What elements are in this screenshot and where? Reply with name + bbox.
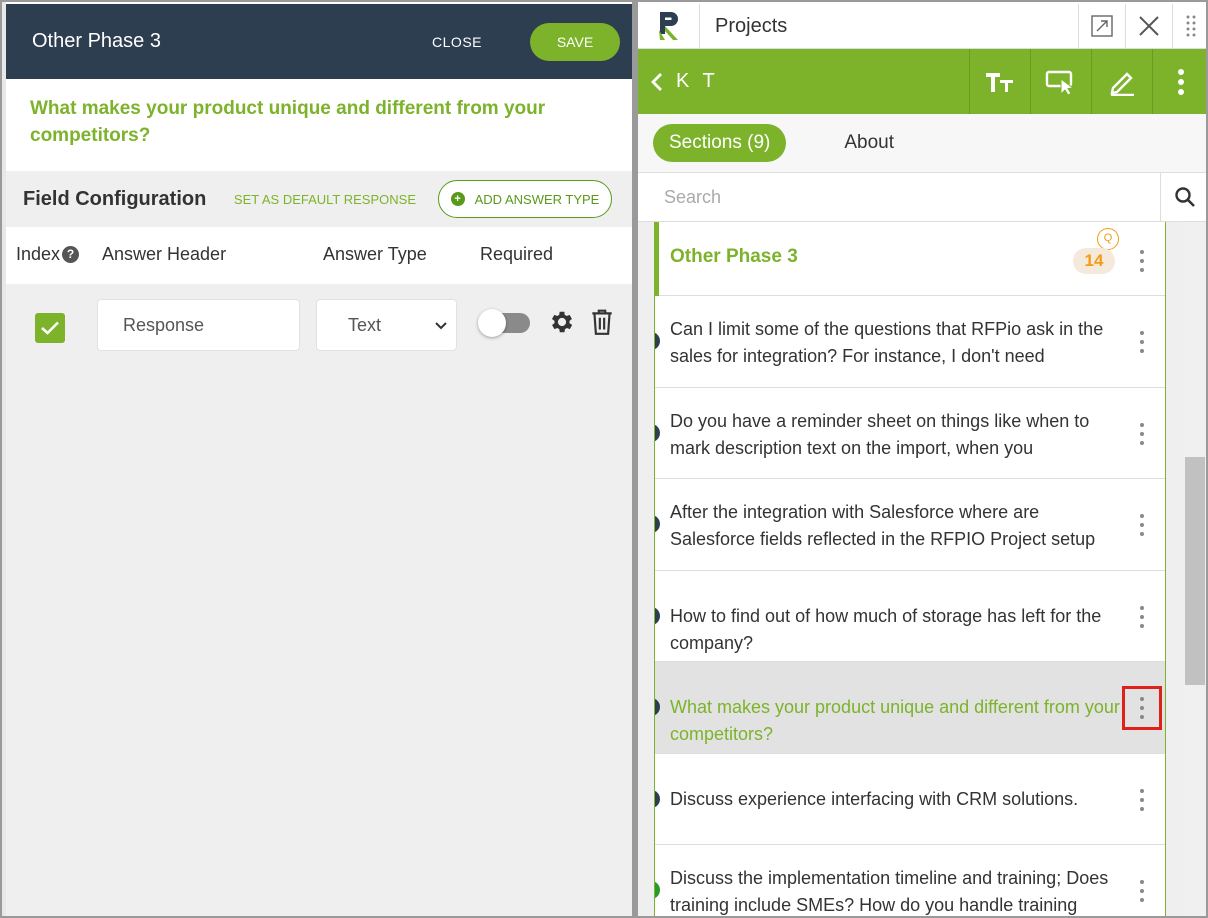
edit-button[interactable] [1091,49,1152,114]
column-header-row: Index? Answer Header Answer Type Require… [6,227,632,284]
section-list-area: Other Phase 3 Q 14 Can I limit some of t… [638,222,1206,916]
help-icon[interactable]: ? [62,246,80,263]
panel-tabs: Sections (9) About [638,114,1206,172]
app-frame: Other Phase 3 CLOSE SAVE What makes your… [0,0,1208,918]
required-column: Required [480,244,554,264]
search-bar: Search [638,172,1206,222]
index-header-label: Index [16,244,61,264]
text-size-icon [986,72,1013,92]
section-title: Other Phase 3 [670,246,798,267]
question-list-item[interactable]: After the integration with Salesforce wh… [655,479,1165,571]
search-icon [1174,187,1195,207]
field-config-title: Field Configuration [23,187,207,210]
section-header[interactable]: Other Phase 3 Q 14 [655,222,1165,296]
question-list-item[interactable]: Discuss the implementation timeline and … [655,845,1165,916]
drag-handle[interactable] [1172,4,1206,48]
answer-header-input[interactable]: Response [97,299,300,351]
question-menu-icon[interactable] [1139,880,1145,902]
question-list-item[interactable]: Do you have a reminder sheet on things l… [655,388,1165,479]
question-list-item[interactable]: How to find out of how much of storage h… [655,571,1165,662]
question-text: What makes your product unique and diffe… [6,79,632,171]
panel-header: Other Phase 3 CLOSE SAVE [6,4,632,79]
question-list-item[interactable]: What makes your product unique and diffe… [655,662,1165,754]
answer-type-value: Text [348,314,382,335]
question-list-text: What makes your product unique and diffe… [670,697,1120,744]
close-panel-button[interactable] [1125,4,1172,48]
question-list-text: Discuss experience interfacing with CRM … [670,788,1079,809]
required-toggle[interactable] [478,309,532,337]
answer-header-column: Answer Header [102,244,227,264]
more-options-button[interactable] [1152,49,1206,114]
scrollbar-track[interactable] [1183,222,1205,916]
question-list-text: Do you have a reminder sheet on things l… [670,410,1090,458]
question-menu-icon[interactable] [1139,788,1145,811]
question-list-item[interactable]: Discuss experience interfacing with CRM … [655,754,1165,845]
add-answer-type-label: ADD ANSWER TYPE [474,191,600,207]
field-config-bar: Field Configuration SET AS DEFAULT RESPO… [6,171,632,227]
tab-sections[interactable]: Sections (9) [653,124,787,162]
question-list-text: After the integration with Salesforce wh… [670,502,1096,549]
text-size-button[interactable] [969,49,1030,114]
question-count-badge: 14 [1073,248,1115,274]
status-dot [655,606,660,625]
search-input[interactable]: Search [638,173,1161,221]
back-button[interactable]: K T [638,49,969,114]
expand-button[interactable] [1078,4,1125,48]
search-button[interactable] [1161,173,1206,221]
add-answer-type-button[interactable]: + ADD ANSWER TYPE [438,180,612,218]
gear-icon[interactable] [548,308,576,336]
question-list-item[interactable]: Can I limit some of the questions that R… [655,296,1165,388]
scrollbar-thumb[interactable] [1185,457,1205,685]
projects-panel: Projects K T Sections (9) About Search O… [638,4,1206,916]
question-list-text: How to find out of how much of storage h… [670,605,1102,653]
select-cursor-button[interactable] [1030,49,1091,114]
section-list: Other Phase 3 Q 14 Can I limit some of t… [654,222,1166,916]
trash-icon[interactable] [589,308,615,336]
status-dot [655,698,660,716]
index-checkbox[interactable] [35,313,65,343]
section-accent-bar [655,222,659,296]
panel-title: Other Phase 3 [32,30,161,52]
close-button[interactable]: CLOSE [432,34,482,50]
chevron-down-icon [435,322,447,330]
status-dot [655,881,660,899]
highlight-box [1122,686,1162,730]
expand-icon [1091,15,1113,37]
pencil-icon [1110,71,1134,96]
cursor-select-icon [1045,70,1075,96]
toggle-knob [478,309,506,337]
kebab-menu-icon [1177,68,1184,95]
question-list-text: Can I limit some of the questions that R… [670,319,1104,366]
rfpio-logo-icon [658,12,678,40]
chevron-left-icon [651,72,662,91]
question-list-text: Discuss the implementation timeline and … [670,868,1109,915]
plus-circle-icon: + [450,192,465,206]
project-name: K T [676,70,719,92]
rfpio-logo [638,4,700,48]
status-dot [655,789,660,808]
question-config-panel: Other Phase 3 CLOSE SAVE What makes your… [6,4,632,916]
status-dot [655,423,660,442]
close-icon [1139,16,1159,36]
question-menu-icon[interactable] [1139,331,1145,353]
answer-row: Response Text [6,284,632,364]
index-header: Index? [16,244,80,265]
section-menu-icon[interactable] [1139,250,1145,272]
status-dot [655,332,660,350]
answer-type-select[interactable]: Text [316,299,457,351]
question-menu-icon[interactable] [1139,514,1145,536]
status-dot [655,515,660,533]
save-button[interactable]: SAVE [530,22,620,61]
question-type-badge: Q [1097,228,1119,250]
projects-titlebar: Projects [638,4,1206,49]
drag-handle-icon [1186,15,1195,37]
tab-about[interactable]: About [844,132,894,154]
question-menu-icon[interactable] [1139,422,1145,445]
project-toolbar: K T [638,49,1206,114]
checkmark-icon [41,321,59,335]
app-title: Projects [715,14,788,37]
set-default-response-link[interactable]: SET AS DEFAULT RESPONSE [234,192,416,207]
answer-type-column: Answer Type [323,244,427,264]
question-menu-icon[interactable] [1139,605,1145,628]
